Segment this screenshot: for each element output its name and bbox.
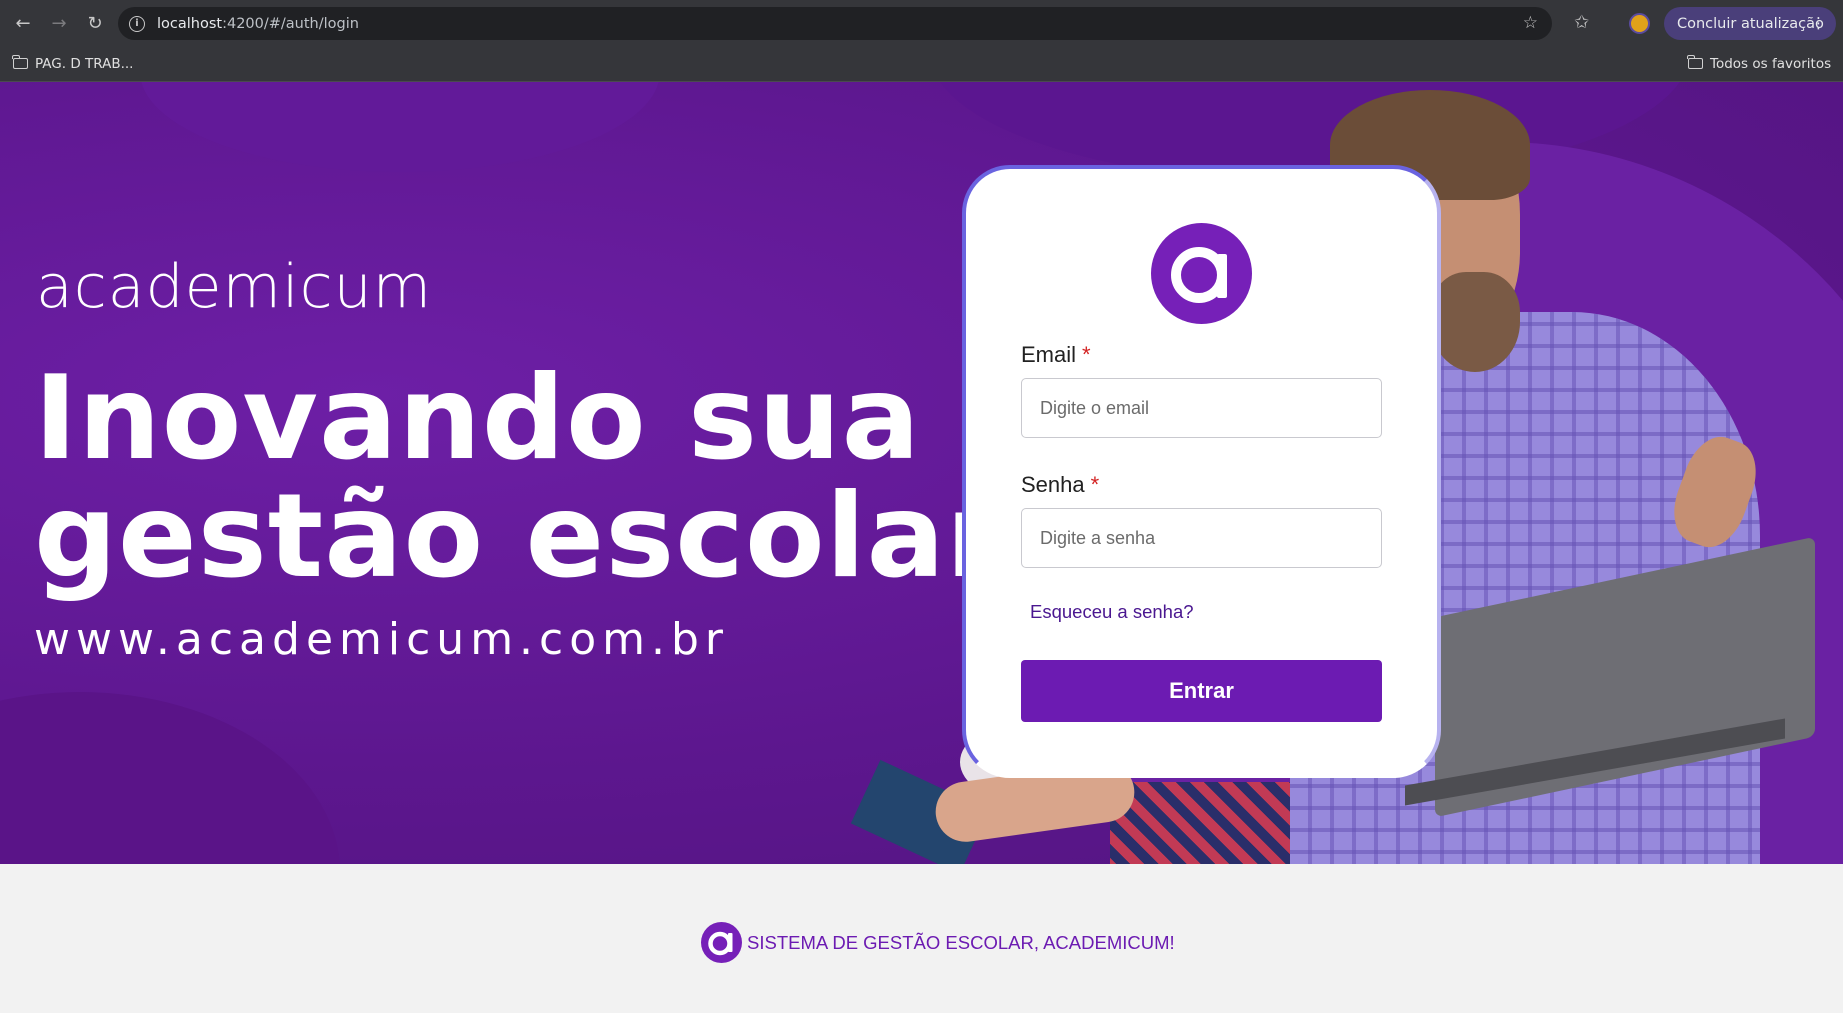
avatar[interactable] — [1629, 13, 1650, 34]
url-text[interactable]: localhost:4200/#/auth/login — [157, 16, 359, 32]
footer: SISTEMA DE GESTÃO ESCOLAR, ACADEMICUM! — [0, 874, 1843, 1013]
footer-brand: SISTEMA DE GESTÃO ESCOLAR, ACADEMICUM! — [701, 922, 1175, 963]
back-button[interactable]: ← — [8, 8, 38, 38]
headline-line: gestão escolar! — [34, 469, 1058, 604]
folder-icon — [12, 55, 28, 69]
footer-text: SISTEMA DE GESTÃO ESCOLAR, ACADEMICUM! — [747, 931, 1175, 953]
password-label: Senha * — [1021, 472, 1099, 498]
browser-toolbar: ← → ↻ i localhost:4200/#/auth/login ☆ ✩ … — [0, 0, 1843, 46]
forward-button[interactable]: → — [44, 8, 74, 38]
bookmark-star-icon[interactable]: ☆ — [1523, 13, 1538, 33]
email-field[interactable] — [1021, 378, 1382, 438]
reload-button[interactable]: ↻ — [80, 8, 110, 38]
background-shape — [0, 692, 340, 864]
required-mark: * — [1090, 472, 1100, 497]
footer-logo-letter-a — [708, 931, 733, 956]
hero-photo-beard — [1430, 272, 1520, 372]
website-url: www.academicum.com.br — [34, 614, 730, 665]
password-field[interactable] — [1021, 508, 1382, 568]
more-vertical-icon[interactable]: ⋮ — [1811, 14, 1826, 32]
bookmark-label: PAG. D TRAB... — [35, 55, 134, 72]
hero-photo-woman-shirt — [1110, 782, 1290, 864]
email-label-text: Email — [1021, 342, 1077, 367]
all-bookmarks-label: Todos os favoritos — [1710, 55, 1832, 72]
required-mark: * — [1082, 342, 1091, 367]
logo-letter-a — [1171, 247, 1227, 303]
hero-headline: Inovando sua gestão escolar! — [34, 360, 1058, 596]
email-label: Email * — [1021, 342, 1091, 368]
password-label-text: Senha — [1021, 472, 1085, 497]
hero-banner: academicum Inovando sua gestão escolar! … — [0, 82, 1843, 864]
bookmarks-bar: PAG. D TRAB... Todos os favoritos — [0, 46, 1843, 120]
headline-line: Inovando sua — [34, 351, 921, 486]
update-button[interactable]: Concluir atualização ⋮ — [1664, 7, 1836, 40]
academicum-logo-icon — [701, 922, 742, 963]
background-shape — [140, 82, 660, 172]
all-bookmarks-folder[interactable]: Todos os favoritos — [1687, 55, 1832, 72]
brand-wordmark: academicum — [36, 252, 433, 322]
browser-chrome: ← → ↻ i localhost:4200/#/auth/login ☆ ✩ … — [0, 0, 1843, 120]
login-button[interactable]: Entrar — [1021, 660, 1382, 722]
folder-icon — [1687, 55, 1703, 69]
update-label: Concluir atualização — [1677, 15, 1824, 32]
url-host: localhost — [157, 15, 223, 32]
info-icon[interactable]: i — [129, 15, 145, 32]
address-bar[interactable]: i localhost:4200/#/auth/login ☆ — [118, 7, 1552, 40]
bookmark-folder[interactable]: PAG. D TRAB... — [12, 55, 134, 72]
url-path: :4200/#/auth/login — [222, 15, 359, 32]
forgot-password-link[interactable]: Esqueceu a senha? — [1030, 601, 1194, 623]
extensions-icon[interactable]: ✩ — [1574, 12, 1589, 33]
